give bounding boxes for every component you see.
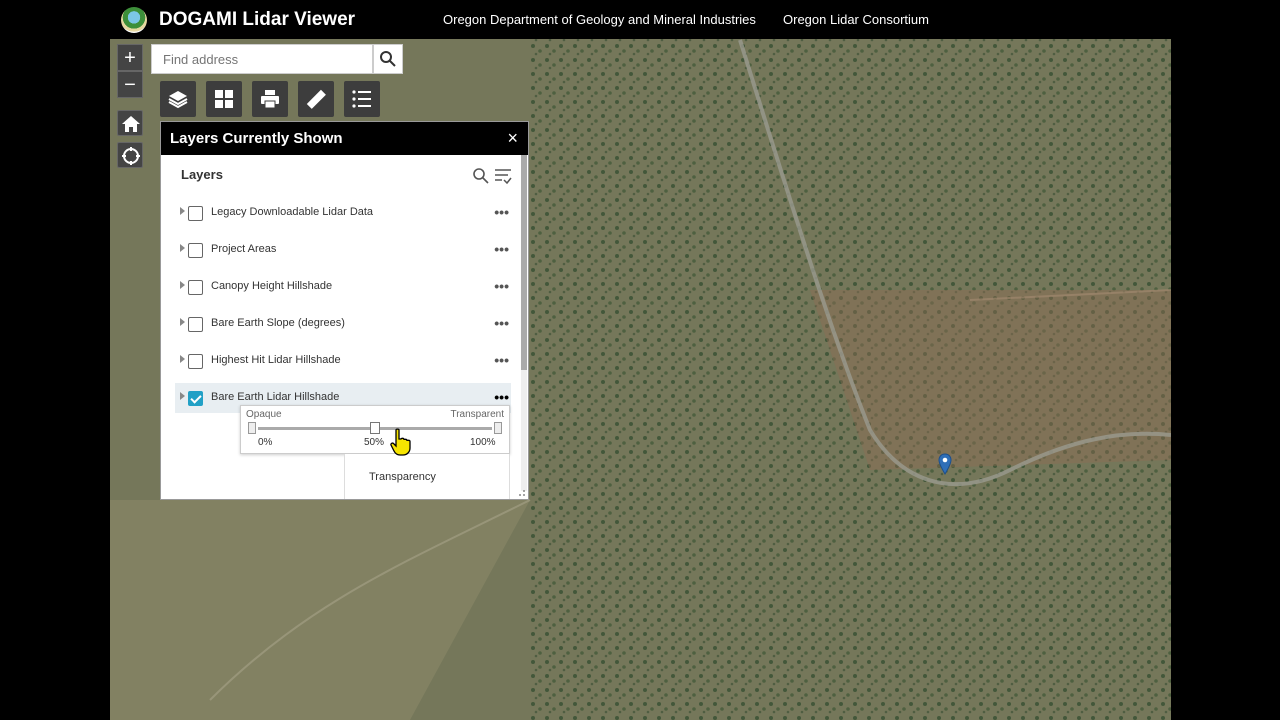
layer-label: Legacy Downloadable Lidar Data	[211, 206, 374, 218]
layers-panel: Layers Currently Shown × Layers Legacy D…	[160, 121, 529, 500]
print-button[interactable]	[252, 81, 288, 117]
app-window: DOGAMI Lidar Viewer Oregon Department of…	[110, 0, 1171, 720]
layer-label: Project Areas	[211, 243, 277, 255]
hand-pointer-cursor-icon	[390, 428, 411, 456]
panel-title: Layers Currently Shown	[170, 130, 343, 147]
transparency-menu-item[interactable]: Transparency	[369, 471, 436, 483]
layer-options-menu[interactable]: •••	[494, 389, 509, 405]
home-button[interactable]	[117, 110, 143, 136]
transparent-label: Transparent	[450, 409, 504, 420]
zoom-in-button[interactable]: +	[117, 44, 143, 71]
slider-max-handle[interactable]	[494, 422, 502, 434]
panel-header: Layers Currently Shown ×	[161, 122, 528, 155]
locate-button[interactable]	[117, 142, 143, 168]
expand-caret-icon[interactable]	[180, 392, 185, 400]
expand-caret-icon[interactable]	[180, 355, 185, 363]
locate-crosshair-icon	[122, 147, 140, 165]
search-icon	[380, 51, 396, 67]
app-title: DOGAMI Lidar Viewer	[159, 8, 356, 30]
layer-checkbox[interactable]	[188, 243, 203, 258]
layer-search-icon[interactable]	[472, 167, 490, 185]
dogami-link[interactable]: Oregon Department of Geology and Mineral…	[443, 12, 756, 27]
layer-options-menu[interactable]: •••	[494, 241, 509, 257]
tick-min-label: 0%	[258, 437, 273, 448]
layer-label: Bare Earth Lidar Hillshade	[211, 391, 340, 403]
layer-options-menu[interactable]: •••	[494, 315, 509, 331]
tick-mid-label: 50%	[364, 437, 385, 448]
transparency-slider-popup: Opaque Transparent 0% 50% 100%	[240, 405, 510, 454]
close-icon[interactable]: ×	[507, 128, 518, 149]
home-icon	[122, 116, 140, 132]
layers-section-label: Layers	[181, 167, 223, 182]
map-pin-icon[interactable]	[938, 453, 952, 475]
expand-caret-icon[interactable]	[180, 318, 185, 326]
layer-checkbox[interactable]	[188, 354, 203, 369]
layer-label: Bare Earth Slope (degrees)	[211, 317, 345, 329]
measure-button[interactable]	[298, 81, 334, 117]
tick-max-label: 100%	[470, 437, 496, 448]
layer-row[interactable]: Canopy Height Hillshade •••	[175, 272, 511, 302]
layer-row[interactable]: Bare Earth Slope (degrees) •••	[175, 309, 511, 339]
basemap-button[interactable]	[206, 81, 242, 117]
layer-row[interactable]: Highest Hit Lidar Hillshade •••	[175, 346, 511, 376]
layer-options-menu[interactable]: •••	[494, 204, 509, 220]
layer-options-menu[interactable]: •••	[494, 278, 509, 294]
lidar-consortium-link[interactable]: Oregon Lidar Consortium	[783, 12, 929, 27]
legend-button[interactable]	[344, 81, 380, 117]
app-header: DOGAMI Lidar Viewer Oregon Department of…	[110, 0, 1171, 39]
layer-options-icon[interactable]	[494, 167, 512, 185]
layer-checkbox[interactable]	[188, 206, 203, 221]
zoom-out-button[interactable]: −	[117, 71, 143, 98]
scrollbar-thumb[interactable]	[521, 155, 527, 370]
layer-label: Highest Hit Lidar Hillshade	[211, 354, 341, 366]
resize-grip-icon[interactable]	[518, 489, 526, 497]
layer-row[interactable]: Project Areas •••	[175, 235, 511, 265]
layer-checkbox-checked[interactable]	[188, 391, 203, 406]
measure-ruler-icon	[306, 89, 326, 109]
expand-caret-icon[interactable]	[180, 244, 185, 252]
layers-icon	[168, 91, 188, 109]
expand-caret-icon[interactable]	[180, 207, 185, 215]
legend-list-icon	[352, 90, 371, 108]
layer-actions-menu: Transparency	[344, 454, 510, 499]
opaque-label: Opaque	[246, 409, 282, 420]
print-icon	[261, 90, 279, 109]
layer-options-menu[interactable]: •••	[494, 352, 509, 368]
slider-min-handle[interactable]	[248, 422, 256, 434]
expand-caret-icon[interactable]	[180, 281, 185, 289]
transparency-slider-thumb[interactable]	[370, 422, 380, 434]
find-address-input[interactable]	[151, 44, 373, 74]
dogami-logo	[121, 6, 147, 33]
layers-button[interactable]	[160, 81, 196, 117]
basemap-grid-icon	[215, 90, 233, 108]
panel-scrollbar[interactable]	[521, 155, 527, 491]
layer-row[interactable]: Legacy Downloadable Lidar Data •••	[175, 198, 511, 228]
search-button[interactable]	[373, 44, 403, 74]
layer-checkbox[interactable]	[188, 280, 203, 295]
layer-checkbox[interactable]	[188, 317, 203, 332]
layer-label: Canopy Height Hillshade	[211, 280, 333, 292]
